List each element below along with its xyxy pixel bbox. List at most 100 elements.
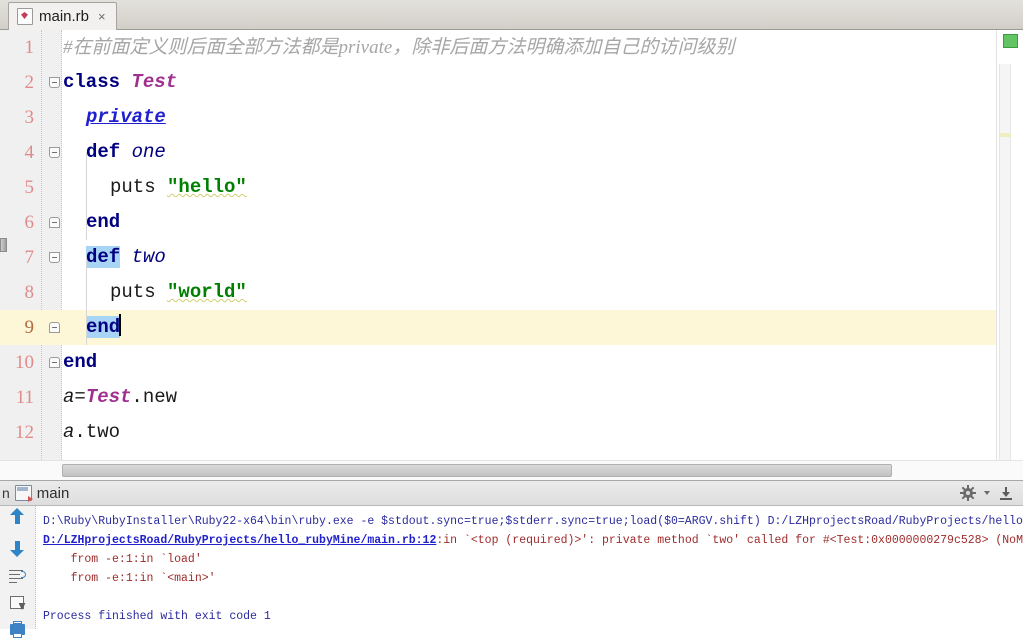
method-call-puts: puts: [110, 281, 156, 303]
code-text: end: [86, 205, 120, 240]
gutter-drag-handle[interactable]: [0, 238, 7, 252]
console-toolbar: [0, 506, 36, 638]
scroll-to-end-button[interactable]: [7, 593, 29, 613]
console-error-message: :in `<top (required)>': private method `…: [436, 534, 1023, 547]
editor-row: 5 puts "hello": [0, 170, 1023, 205]
fold-marker-icon[interactable]: [49, 252, 60, 263]
editor-row: 12 a.two: [0, 415, 1023, 450]
line-number: 2: [24, 72, 35, 93]
warning-marker[interactable]: [1000, 133, 1011, 137]
tab-label: main.rb: [39, 8, 90, 25]
keyword-end-highlighted: end: [86, 316, 121, 338]
editor-row: 7 def two: [0, 240, 1023, 275]
string-literal-hello: "hello": [167, 176, 247, 198]
editor-marker-bar[interactable]: [996, 30, 1023, 484]
prev-occurrence-button[interactable]: [7, 508, 29, 532]
editor-row: 1 #在前面定义则后面全部方法都是private，除非后面方法明确添加自己的访问…: [0, 30, 1023, 65]
console-file-link[interactable]: D:/LZHprojectsRoad/RubyProjects/hello_ru…: [43, 534, 436, 547]
code-text: end: [63, 345, 97, 380]
code-text: def two: [86, 240, 166, 275]
code-text: a=Test.new: [63, 380, 177, 415]
method-name-two: two: [131, 246, 166, 268]
line-number: 12: [15, 422, 34, 443]
arrow-down-icon: [9, 541, 24, 557]
horizontal-scrollbar-track[interactable]: [0, 460, 1023, 480]
run-configuration-name: main: [36, 484, 70, 502]
fold-marker-icon[interactable]: [49, 357, 60, 368]
text-caret: [119, 314, 122, 336]
line-number: 1: [24, 37, 35, 58]
editor-tab-bar: main.rb ×: [0, 0, 1023, 30]
console-output[interactable]: D:\Ruby\RubyInstaller\Ruby22-x64\bin\rub…: [37, 506, 1023, 629]
indent-guide: [86, 152, 87, 240]
method-call-two: two: [85, 421, 121, 443]
code-text: puts "hello": [110, 170, 247, 205]
method-name-one: one: [131, 141, 166, 163]
dot-operator: .: [74, 421, 86, 443]
editor-row: 10 end: [0, 345, 1023, 380]
ruby-file-icon: [17, 8, 33, 25]
editor-row: 3 private: [0, 100, 1023, 135]
method-call-puts: puts: [110, 176, 156, 198]
run-console: D:\Ruby\RubyInstaller\Ruby22-x64\bin\rub…: [0, 506, 1023, 638]
rubymine-window: main.rb × 1 #在前面定义则后面全部方法都是private，除非后面方…: [0, 0, 1023, 638]
indent-guide: [86, 257, 87, 345]
editor-row: 4 def one: [0, 135, 1023, 170]
code-text: private: [86, 100, 166, 135]
line-number: 5: [24, 177, 35, 198]
keyword-def-highlighted: def: [86, 246, 121, 268]
dot-operator: .: [131, 386, 143, 408]
arrow-up-icon: [9, 508, 24, 524]
code-text: a.two: [63, 415, 120, 450]
keyword-class: class: [63, 71, 121, 93]
soft-wrap-button[interactable]: [7, 566, 29, 586]
console-command-line: D:\Ruby\RubyInstaller\Ruby22-x64\bin\rub…: [43, 515, 1023, 528]
run-configuration-icon: [14, 485, 33, 502]
inspection-status-icon[interactable]: [1003, 34, 1018, 48]
keyword-end: end: [86, 211, 121, 233]
console-exit-message: Process finished with exit code 1: [43, 610, 271, 623]
horizontal-scrollbar-thumb[interactable]: [62, 464, 892, 477]
code-text: puts "world": [110, 275, 247, 310]
code-text: class Test: [63, 65, 177, 100]
run-tool-window-header: n main: [0, 480, 1023, 506]
code-text: def one: [86, 135, 166, 170]
editor-row-current: 9 end: [0, 310, 1023, 345]
console-stack-line: from -e:1:in `<main>': [43, 572, 216, 585]
fold-marker-icon[interactable]: [49, 322, 60, 333]
chevron-down-icon[interactable]: [984, 491, 990, 495]
editor-tab-main-rb[interactable]: main.rb ×: [8, 2, 117, 30]
code-text: end: [86, 310, 122, 345]
operator-assign: =: [74, 386, 86, 408]
string-literal-world: "world": [167, 281, 247, 303]
fold-marker-icon[interactable]: [49, 147, 60, 158]
vertical-scrollbar[interactable]: [999, 64, 1011, 484]
variable-a: a: [63, 386, 75, 408]
keyword-end: end: [63, 351, 98, 373]
hide-panel-icon[interactable]: [999, 486, 1013, 500]
variable-a: a: [63, 421, 75, 443]
editor-row: 2 class Test: [0, 65, 1023, 100]
gear-icon[interactable]: [960, 485, 976, 501]
method-call-new: new: [142, 386, 178, 408]
code-text-comment: #在前面定义则后面全部方法都是private，除非后面方法明确添加自己的访问级别: [63, 37, 735, 58]
line-number-current: 9: [24, 317, 35, 338]
code-editor[interactable]: 1 #在前面定义则后面全部方法都是private，除非后面方法明确添加自己的访问…: [0, 30, 1023, 460]
line-number: 10: [15, 352, 34, 373]
class-name-test: Test: [131, 71, 178, 93]
editor-row: 6 end: [0, 205, 1023, 240]
line-number: 11: [15, 387, 34, 408]
keyword-def: def: [86, 141, 121, 163]
line-number: 4: [24, 142, 35, 163]
class-name-test: Test: [85, 386, 132, 408]
print-button[interactable]: [7, 620, 29, 640]
console-stack-line: from -e:1:in `load': [43, 553, 202, 566]
printer-icon: [9, 621, 25, 638]
fold-marker-icon[interactable]: [49, 217, 60, 228]
line-number: 6: [24, 212, 35, 233]
next-occurrence-button[interactable]: [7, 539, 29, 559]
scroll-to-end-icon: [9, 596, 24, 609]
close-icon[interactable]: ×: [98, 10, 106, 23]
keyword-private: private: [86, 106, 166, 128]
fold-marker-icon[interactable]: [49, 77, 60, 88]
